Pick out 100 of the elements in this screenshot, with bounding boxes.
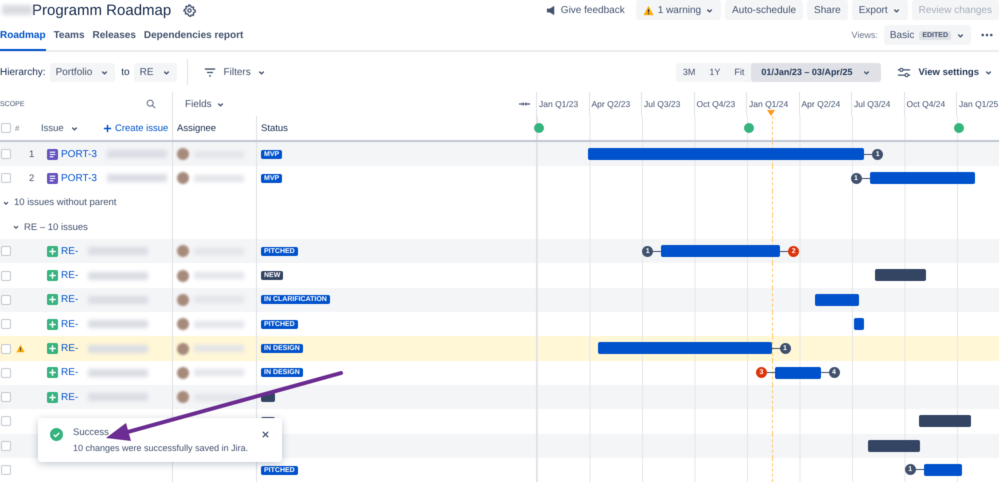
views-label: Views: bbox=[852, 30, 878, 40]
issue-sort-button[interactable]: Issue bbox=[41, 122, 103, 134]
checkbox[interactable] bbox=[1, 319, 11, 330]
filter-icon bbox=[204, 68, 216, 76]
timeline-bar[interactable] bbox=[924, 464, 962, 476]
create-issue-button[interactable]: Create issue bbox=[103, 122, 168, 134]
plus-square-icon bbox=[47, 367, 58, 378]
tab[interactable]: Teams bbox=[54, 21, 85, 51]
milestone-dot[interactable] bbox=[534, 123, 544, 133]
search-icon[interactable] bbox=[146, 99, 156, 109]
issue-key-link[interactable]: PORT-3 bbox=[61, 148, 97, 160]
issue-key-link[interactable]: RE- bbox=[61, 246, 78, 257]
issue-key-link[interactable]: RE- bbox=[61, 392, 78, 403]
timeline-bar[interactable] bbox=[870, 172, 974, 184]
range-option[interactable]: 01/Jan/23 – 03/Apr/25 bbox=[751, 62, 882, 82]
avatar bbox=[177, 270, 189, 282]
checkbox[interactable] bbox=[1, 368, 11, 378]
redacted-text bbox=[194, 272, 244, 280]
more-icon[interactable] bbox=[981, 33, 993, 37]
toast-message: 10 changes were successfully saved in Jira. bbox=[73, 443, 250, 453]
tab[interactable]: Releases bbox=[92, 21, 136, 51]
group-toggle[interactable]: 10 issues without parent bbox=[0, 197, 116, 208]
timeline-bar[interactable] bbox=[815, 294, 859, 306]
timeline-bar[interactable] bbox=[598, 342, 772, 354]
issue-key-link[interactable]: RE- bbox=[61, 294, 78, 306]
redacted-text bbox=[194, 174, 244, 182]
range-option[interactable]: 1Y bbox=[702, 62, 728, 82]
issue-key-link[interactable]: RE- bbox=[61, 367, 78, 378]
hierarchy-to-dropdown[interactable]: RE bbox=[134, 62, 177, 82]
checkbox[interactable] bbox=[1, 149, 11, 160]
quarter-label: Oct Q4/24 bbox=[904, 92, 956, 116]
timeline-bar[interactable] bbox=[874, 269, 926, 282]
toolbar-button[interactable]: Share bbox=[807, 0, 848, 20]
plus-square-icon bbox=[47, 270, 58, 282]
epic-icon bbox=[47, 148, 58, 160]
milestone-dot[interactable] bbox=[744, 123, 754, 133]
redacted-text bbox=[2, 5, 32, 15]
redacted-text bbox=[88, 247, 148, 256]
checkbox[interactable] bbox=[1, 465, 11, 475]
checkbox[interactable] bbox=[1, 344, 11, 354]
issue-key-link[interactable]: PORT-3 bbox=[61, 172, 97, 184]
checkbox[interactable] bbox=[1, 270, 11, 281]
redacted-text bbox=[106, 150, 167, 158]
feedback-button[interactable]: Give feedback bbox=[538, 0, 632, 20]
chevron-icon bbox=[12, 223, 20, 232]
checkbox[interactable] bbox=[1, 392, 11, 402]
view-settings-button[interactable]: View settings bbox=[897, 66, 993, 78]
collapse-icon[interactable] bbox=[519, 100, 530, 108]
checkbox[interactable] bbox=[1, 173, 11, 184]
redacted-text bbox=[194, 345, 244, 352]
timeline-bar[interactable] bbox=[775, 366, 820, 379]
range-option[interactable]: Fit bbox=[727, 62, 752, 82]
avatar bbox=[177, 245, 189, 258]
plus-square-icon bbox=[47, 294, 58, 306]
filters-button[interactable]: Filters bbox=[204, 66, 266, 78]
timeline-bar[interactable] bbox=[868, 440, 920, 452]
tab[interactable]: Dependencies report bbox=[144, 21, 244, 51]
tab[interactable]: Roadmap bbox=[0, 21, 46, 51]
redacted-text bbox=[88, 393, 148, 402]
plus-icon bbox=[103, 124, 112, 132]
timeline-bar[interactable] bbox=[918, 415, 971, 428]
quarter-label: Jan Q1/23 bbox=[536, 92, 588, 116]
success-icon bbox=[50, 428, 63, 441]
checkbox[interactable] bbox=[1, 416, 11, 426]
epic-icon bbox=[47, 172, 58, 184]
redacted-text bbox=[194, 369, 244, 376]
quarter-label: Oct Q4/23 bbox=[694, 92, 746, 116]
timeline-bar[interactable] bbox=[661, 245, 780, 258]
plus-square-icon bbox=[47, 392, 58, 403]
warning-button[interactable]: 1 warning bbox=[636, 0, 722, 20]
group-toggle[interactable]: RE – 10 issues bbox=[0, 222, 88, 233]
range-option[interactable]: 3M bbox=[676, 62, 702, 82]
settings-icon[interactable] bbox=[183, 4, 196, 16]
to-label: to bbox=[121, 66, 130, 78]
toolbar-button[interactable]: Auto-schedule bbox=[725, 0, 804, 20]
fields-button[interactable]: Fields bbox=[185, 98, 225, 110]
warning-icon bbox=[642, 4, 654, 16]
issue-key-link[interactable]: RE- bbox=[61, 270, 78, 282]
plus-square-icon bbox=[47, 318, 58, 330]
checkbox[interactable] bbox=[1, 294, 11, 305]
redacted-text bbox=[194, 320, 244, 328]
checkbox[interactable] bbox=[1, 123, 11, 133]
close-icon[interactable] bbox=[261, 430, 270, 439]
column-heading: Assignee bbox=[177, 122, 216, 134]
issue-key-link[interactable]: RE- bbox=[61, 318, 78, 330]
export-button[interactable]: Export bbox=[852, 0, 908, 20]
hierarchy-from-dropdown[interactable]: Portfolio bbox=[50, 62, 116, 82]
checkbox[interactable] bbox=[1, 440, 11, 451]
avatar bbox=[177, 148, 189, 160]
avatar bbox=[177, 318, 189, 330]
sliders-icon bbox=[897, 66, 912, 78]
milestone-dot[interactable] bbox=[954, 123, 964, 133]
timeline-bar[interactable] bbox=[854, 318, 864, 330]
quarter-label: Jul Q3/24 bbox=[851, 92, 904, 116]
warning-icon bbox=[16, 344, 24, 354]
avatar bbox=[177, 172, 189, 184]
redacted-text bbox=[194, 394, 244, 401]
checkbox[interactable] bbox=[1, 246, 11, 256]
issue-key-link[interactable]: RE- bbox=[61, 343, 78, 354]
redacted-text bbox=[88, 320, 148, 328]
